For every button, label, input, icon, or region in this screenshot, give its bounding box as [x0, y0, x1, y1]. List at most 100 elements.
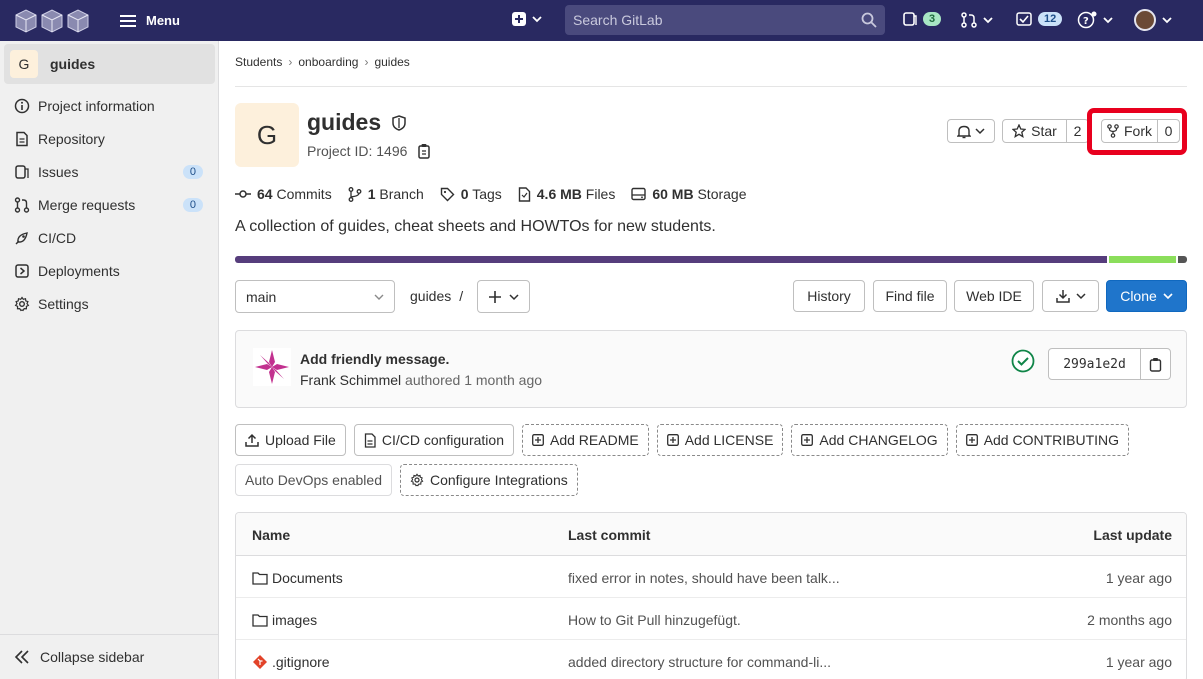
table-row[interactable]: .gitignore added directory structure for…: [236, 640, 1186, 679]
table-row[interactable]: Documents fixed error in notes, should h…: [236, 556, 1186, 598]
file-name-cell[interactable]: Documents: [252, 570, 343, 586]
chevron-down-icon: [1103, 17, 1113, 24]
sidebar-project-header[interactable]: G guides: [4, 44, 215, 84]
web-ide-button[interactable]: Web IDE: [954, 280, 1034, 312]
upload-file-button[interactable]: Upload File: [235, 424, 346, 456]
quick-actions-row-2: Auto DevOps enabled Configure Integratio…: [235, 464, 578, 496]
star-label: Star: [1031, 123, 1057, 139]
fork-highlight-box: Fork 0: [1087, 108, 1187, 155]
collapse-sidebar-button[interactable]: Collapse sidebar: [0, 634, 219, 679]
file-tree-header: Name Last commit Last update: [236, 513, 1186, 556]
download-button[interactable]: [1042, 280, 1099, 312]
configure-integrations-button[interactable]: Configure Integrations: [399, 464, 578, 496]
upload-file-label: Upload File: [265, 432, 336, 448]
merge-requests-top-button[interactable]: [961, 12, 993, 28]
storage-label: Storage: [697, 186, 747, 202]
sidebar-item-settings[interactable]: Settings: [0, 287, 219, 320]
add-contributing-button[interactable]: Add CONTRIBUTING: [955, 424, 1130, 456]
commit-title[interactable]: Add friendly message.: [300, 351, 449, 367]
add-changelog-button[interactable]: Add CHANGELOG: [791, 424, 948, 456]
search-input[interactable]: Search GitLab: [565, 5, 885, 35]
file-name[interactable]: .gitignore: [272, 654, 330, 670]
sidebar-item-deployments[interactable]: Deployments: [0, 254, 219, 287]
commit-author-avatar[interactable]: [253, 348, 291, 386]
folder-icon: [252, 614, 268, 627]
sidebar-item-issues[interactable]: Issues 0: [0, 155, 219, 188]
language-segment[interactable]: [1109, 256, 1176, 263]
branches-stat[interactable]: 1 Branch: [348, 186, 424, 202]
copy-sha-button[interactable]: [1141, 349, 1170, 379]
project-title: guides: [307, 109, 382, 135]
storage-value: 60 MB: [652, 186, 694, 202]
sidebar-item-ci-cd[interactable]: CI/CD: [0, 221, 219, 254]
breadcrumb-chevron-icon: ›: [364, 55, 369, 69]
last-commit-cell[interactable]: How to Git Pull hinzugefügt.: [568, 612, 741, 628]
add-readme-button[interactable]: Add README: [522, 424, 649, 456]
plus-icon: [488, 290, 501, 303]
file-name[interactable]: images: [272, 612, 317, 628]
todos-top-button[interactable]: 12: [1016, 11, 1063, 27]
notification-settings-button[interactable]: [947, 119, 995, 143]
fork-button[interactable]: Fork 0: [1101, 119, 1180, 143]
commit-sha[interactable]: 299a1e2d: [1049, 349, 1141, 379]
storage-stat[interactable]: 60 MB Storage: [631, 186, 747, 202]
pipeline-passed-icon[interactable]: [1011, 349, 1035, 373]
tags-stat[interactable]: 0 Tags: [440, 186, 502, 202]
add-to-tree-button[interactable]: [477, 280, 530, 313]
breadcrumb-students[interactable]: Students: [235, 55, 282, 69]
sidebar-item-project-information[interactable]: Project information: [0, 89, 219, 122]
menu-button[interactable]: Menu: [116, 7, 184, 35]
star-button[interactable]: Star 2: [1002, 119, 1089, 143]
star-count[interactable]: 2: [1067, 123, 1088, 139]
sidebar-item-label: Merge requests: [38, 196, 136, 213]
sidebar-item-label: Settings: [38, 295, 89, 312]
help-top-button[interactable]: ?: [1077, 11, 1113, 29]
sidebar-project-name: guides: [50, 56, 96, 72]
table-row[interactable]: images How to Git Pull hinzugefügt. 2 mo…: [236, 598, 1186, 640]
auto-devops-enabled-button[interactable]: Auto DevOps enabled: [235, 464, 392, 496]
gitlab-instance-logo[interactable]: [14, 7, 92, 35]
file-name-cell[interactable]: images: [252, 612, 317, 628]
files-label: Files: [585, 186, 616, 202]
top-navbar: Menu Search GitLab 3 12 ?: [0, 0, 1203, 41]
star-label-area[interactable]: Star: [1003, 120, 1067, 142]
breadcrumb-guides[interactable]: guides: [374, 55, 409, 69]
sidebar-item-merge-requests[interactable]: Merge requests 0: [0, 188, 219, 221]
repository-languages-bar[interactable]: [235, 256, 1187, 263]
rocket-icon: [15, 231, 28, 244]
user-menu-button[interactable]: [1134, 9, 1172, 31]
issues-top-button[interactable]: 3: [903, 11, 942, 27]
fork-label-area[interactable]: Fork: [1102, 120, 1158, 142]
new-dropdown-button[interactable]: [512, 12, 542, 26]
commits-stat[interactable]: 64 Commits: [235, 186, 332, 202]
search-icon: [861, 12, 877, 28]
ci-cd-configuration-button[interactable]: CI/CD configuration: [353, 424, 514, 456]
last-commit-cell[interactable]: fixed error in notes, should have been t…: [568, 570, 840, 586]
file-name[interactable]: Documents: [272, 570, 343, 586]
sidebar-item-repository[interactable]: Repository: [0, 122, 219, 155]
fork-count[interactable]: 0: [1158, 123, 1179, 139]
last-commit-cell[interactable]: added directory structure for command-li…: [568, 654, 831, 670]
add-license-button[interactable]: Add LICENSE: [656, 424, 784, 456]
collapse-sidebar-label: Collapse sidebar: [40, 649, 145, 665]
branch-select[interactable]: main: [235, 280, 395, 313]
history-button[interactable]: History: [793, 280, 865, 312]
project-id: Project ID: 1496: [307, 143, 408, 159]
shield-icon: [392, 114, 406, 131]
repo-path-root[interactable]: guides: [410, 288, 451, 304]
find-file-button[interactable]: Find file: [873, 280, 947, 312]
file-name-cell[interactable]: .gitignore: [252, 654, 330, 670]
copy-icon[interactable]: [417, 143, 431, 159]
branch-icon: [348, 186, 362, 202]
files-stat[interactable]: 4.6 MB Files: [518, 186, 616, 202]
commit-author[interactable]: Frank Schimmel: [300, 372, 401, 388]
chevron-down-icon: [532, 16, 542, 23]
repo-path-separator: /: [459, 288, 464, 304]
chevron-down-icon: [1163, 293, 1173, 300]
gear-icon: [14, 295, 30, 311]
clone-button[interactable]: Clone: [1106, 280, 1187, 312]
language-segment[interactable]: [235, 256, 1108, 263]
language-segment[interactable]: [1177, 256, 1187, 263]
sidebar-item-label: Issues: [38, 163, 79, 180]
breadcrumb-onboarding[interactable]: onboarding: [298, 55, 358, 69]
